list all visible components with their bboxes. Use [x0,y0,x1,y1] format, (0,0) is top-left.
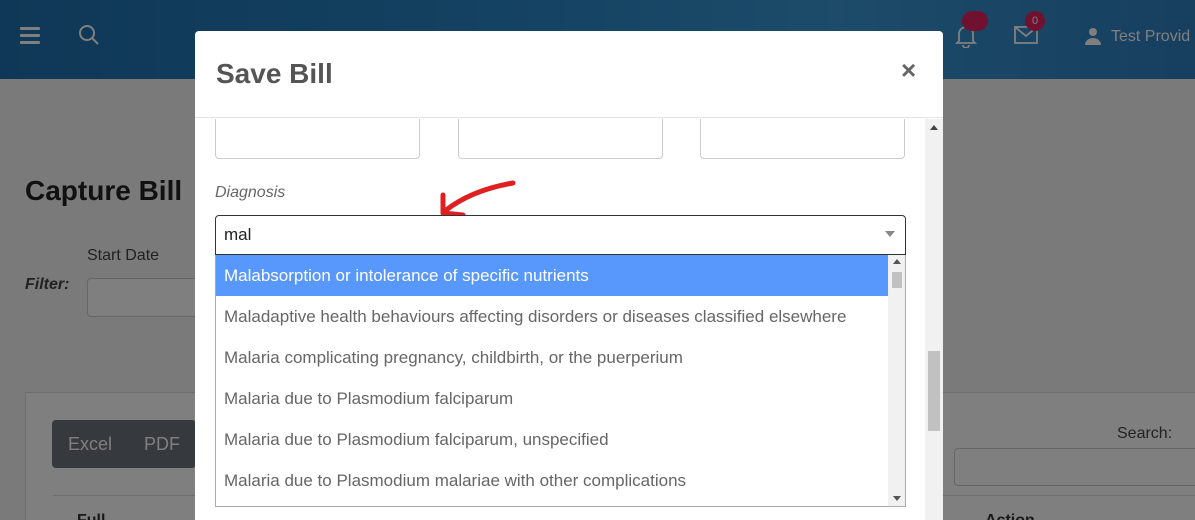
modal-header: Save Bill × [195,31,943,118]
list-item[interactable]: Malaria due to Plasmodium falciparum [216,378,888,419]
scroll-up-icon[interactable] [930,125,938,130]
form-field[interactable] [458,119,663,159]
form-field[interactable] [700,119,905,159]
diagnosis-label: Diagnosis [215,184,286,201]
list-item[interactable]: Malaria complicating pregnancy, childbir… [216,337,888,378]
diagnosis-options-list: Malabsorption or intolerance of specific… [215,255,906,507]
scroll-down-icon[interactable] [893,496,901,501]
scrollbar-thumb[interactable] [892,272,902,288]
save-bill-modal: Save Bill × Diagnosis Malabsorption or i… [195,31,943,520]
list-item[interactable]: Malaria due to Plasmodium malariae with … [216,460,888,501]
scrollbar-thumb[interactable] [928,351,940,431]
dropdown-scrollbar[interactable] [888,255,905,506]
list-item[interactable]: Maladaptive health behaviours affecting … [216,296,888,337]
modal-scrollbar[interactable] [925,119,943,520]
annotation-arrow-icon [440,180,516,218]
diagnosis-search-input[interactable] [215,215,906,255]
chevron-down-icon[interactable] [885,231,895,237]
form-field[interactable] [215,119,420,159]
list-item[interactable]: Malabsorption or intolerance of specific… [216,255,888,296]
modal-body: Diagnosis Malabsorption or intolerance o… [195,119,943,520]
list-item[interactable]: Malaria due to Plasmodium falciparum, un… [216,419,888,460]
scroll-up-icon[interactable] [893,259,901,264]
modal-title: Save Bill [216,58,333,89]
close-icon[interactable]: × [901,55,916,86]
